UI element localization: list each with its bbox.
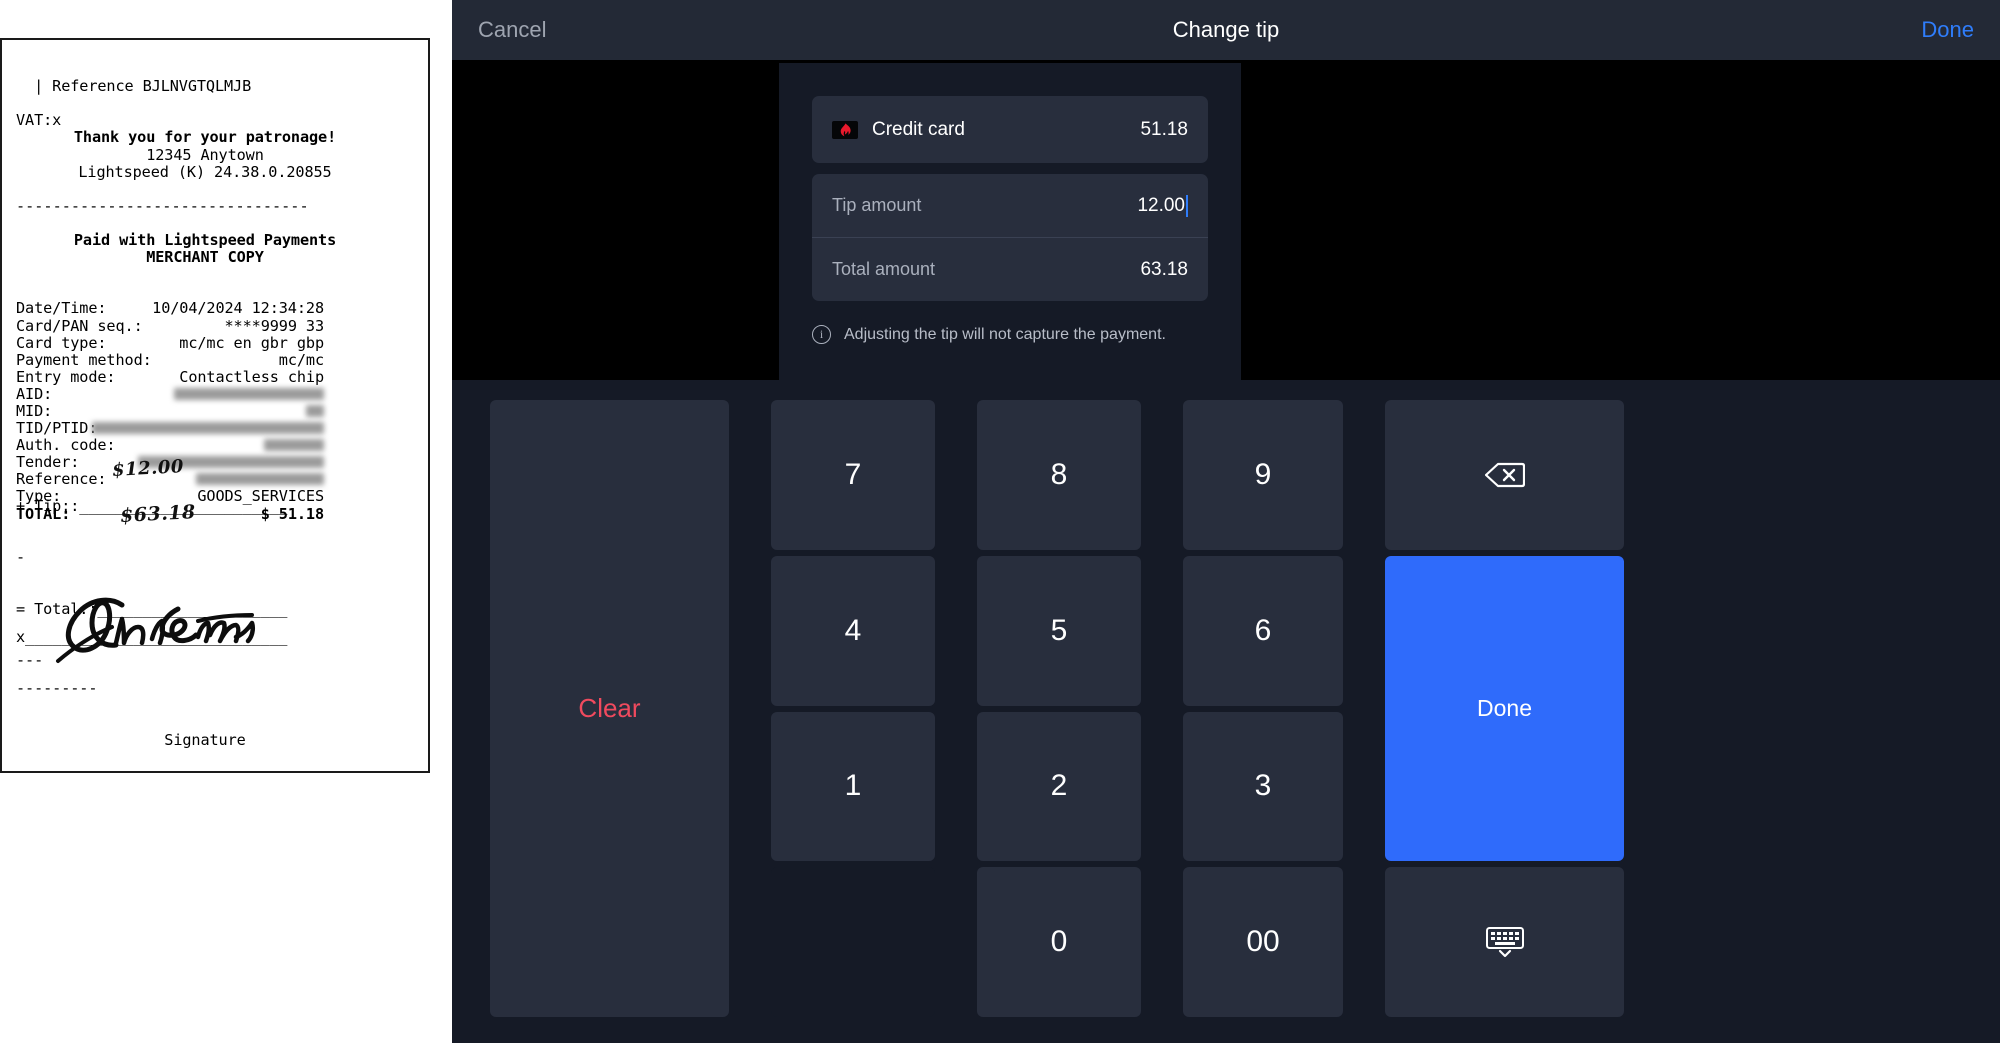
total-amount-field: Total amount 63.18: [812, 238, 1208, 301]
tip-amount-text: 12.00: [1137, 194, 1185, 216]
header-done-button[interactable]: Done: [1921, 17, 1974, 43]
cancel-button[interactable]: Cancel: [478, 17, 546, 43]
amount-fields-group: Tip amount 12.00 Total amount 63.18: [812, 174, 1208, 301]
receipt-detail-value: mc/mc: [278, 350, 324, 369]
numeric-keypad: Clear 7 8 9 4 5 6 Done 1 2 3 0 00: [452, 380, 2000, 1043]
tip-note: i Adjusting the tip will not capture the…: [812, 325, 1208, 344]
receipt-signature-underline: ---------: [16, 679, 98, 698]
total-amount-label: Total amount: [832, 259, 936, 279]
receipt-paper: | Reference BJLNVGTQLMJB VAT:x Thank you f…: [0, 38, 430, 773]
receipt-detail-row: Payment method: mc/mc: [16, 350, 324, 369]
handwritten-total-amount: $63.18: [119, 501, 197, 527]
app-screen: | Reference BJLNVGTQLMJB VAT:x Thank you f…: [0, 0, 2000, 1043]
keypad-key-2[interactable]: 2: [977, 711, 1141, 862]
keypad-key-1[interactable]: 1: [771, 711, 935, 862]
receipt-detail-label: MID:: [16, 401, 53, 420]
keyboard-dismiss-button[interactable]: [1385, 867, 1624, 1017]
receipt-line: | Reference BJLNVGTQLMJB: [16, 77, 252, 96]
tip-note-text: Adjusting the tip will not capture the p…: [844, 325, 1166, 343]
receipt-detail-row: MID:: [16, 401, 324, 420]
receipt-line: [16, 215, 416, 232]
receipt-detail-label: Card type:: [16, 333, 107, 352]
keypad-key-8[interactable]: 8: [977, 400, 1141, 550]
redacted-value: [174, 387, 324, 400]
receipt-tip-row: + Tip::_______________________: [16, 497, 288, 516]
receipt-minus-row: -: [16, 548, 26, 567]
receipt-detail-value: Contactless chip: [179, 367, 324, 386]
change-tip-modal: Cancel Change tip Done Credit card 51.18…: [452, 0, 2000, 1043]
receipt-detail-row: Card/PAN seq.: ****9999 33: [16, 316, 325, 335]
receipt-detail-label: AID:: [16, 384, 53, 403]
receipt-header-lines: | Reference BJLNVGTQLMJB VAT:x Thank you f…: [16, 78, 416, 266]
receipt-detail-row: Auth. code:: [16, 437, 324, 454]
receipt-detail-row: Entry mode: Contactless chip: [16, 367, 324, 386]
receipt-signature-caption: Signature: [164, 730, 246, 749]
payment-method-label: Credit card: [872, 118, 965, 140]
receipt-line: MERCHANT COPY: [146, 248, 264, 267]
receipt-detail-label: Date/Time:: [16, 299, 107, 318]
tip-amount-field[interactable]: Tip amount 12.00: [812, 174, 1208, 237]
receipt-detail-label: Auth. code:: [16, 436, 116, 455]
backspace-icon: [1484, 462, 1525, 487]
signature-ink: [48, 595, 278, 665]
receipt-detail-value: ****9999 33: [224, 316, 325, 335]
payment-method-left: Credit card: [832, 119, 965, 141]
receipt-detail-row: Date/Time: 10/04/2024 12:34:28: [16, 300, 324, 317]
tip-amount-value: 12.00: [1137, 194, 1188, 217]
keypad-blank-key: [771, 867, 935, 1017]
modal-body: Credit card 51.18 Tip amount 12.00 Total…: [452, 60, 2000, 380]
keypad-key-4[interactable]: 4: [771, 555, 935, 706]
receipt-line: 12345 Anytown: [146, 145, 264, 164]
receipt-detail-label: Card/PAN seq.:: [16, 316, 143, 335]
receipt-line: [16, 181, 416, 198]
redacted-value: [306, 404, 324, 417]
handwritten-tip-amount: $12.00: [111, 456, 185, 481]
receipt-detail-label: Entry mode:: [16, 367, 116, 386]
keyboard-dismiss-icon: [1485, 927, 1524, 958]
signature-path-icon: [56, 597, 256, 663]
receipt-detail-value: 10/04/2024 12:34:28: [152, 299, 324, 318]
receipt-tip-label: + Tip:: [16, 497, 71, 516]
keypad-key-7[interactable]: 7: [771, 400, 935, 550]
keypad-key-9[interactable]: 9: [1183, 400, 1343, 550]
payment-summary-inner: Credit card 51.18 Tip amount 12.00 Total…: [812, 96, 1208, 344]
receipt-detail-row: Card type: mc/mc en gbr gbp: [16, 333, 324, 352]
redacted-value: [92, 422, 324, 435]
modal-title: Change tip: [1172, 17, 1280, 42]
receipt-line: Lightspeed (K) 24.38.0.20855: [78, 162, 332, 181]
payment-method-amount: 51.18: [1140, 118, 1188, 140]
info-circle-icon: i: [812, 325, 831, 344]
text-cursor: [1186, 194, 1188, 217]
receipt-pane: | Reference BJLNVGTQLMJB VAT:x Thank you f…: [0, 0, 452, 1043]
receipt-detail-value: mc/mc en gbr gbp: [179, 333, 324, 352]
receipt-detail-label: Payment method:: [16, 350, 152, 369]
receipt-line: VAT:x: [16, 111, 62, 130]
keypad-key-00[interactable]: 00: [1183, 867, 1343, 1017]
receipt-signature-x: x: [16, 628, 26, 647]
receipt-detail-label: TID/PTID:: [16, 419, 98, 438]
keypad-clear-button[interactable]: Clear: [490, 400, 729, 1017]
keypad-done-button[interactable]: Done: [1385, 555, 1624, 862]
keypad-key-3[interactable]: 3: [1183, 711, 1343, 862]
receipt-detail-row: TID/PTID:: [16, 420, 324, 437]
payment-summary-card: Credit card 51.18 Tip amount 12.00 Total…: [779, 63, 1241, 380]
receipt-line: --------------------------------: [16, 196, 309, 215]
receipt-line: Thank you for your patronage!: [73, 128, 337, 147]
keypad-key-6[interactable]: 6: [1183, 555, 1343, 706]
modal-header: Cancel Change tip Done: [452, 0, 2000, 60]
redacted-value: [264, 439, 324, 452]
total-amount-value: 63.18: [1140, 258, 1188, 280]
receipt-detail-row: AID:: [16, 384, 324, 403]
receipt-line: Paid with Lightspeed Payments: [73, 231, 337, 250]
keypad-key-0[interactable]: 0: [977, 867, 1141, 1017]
tip-amount-label: Tip amount: [832, 195, 922, 215]
payment-method-row[interactable]: Credit card 51.18: [812, 96, 1208, 163]
keypad-backspace-button[interactable]: [1385, 400, 1624, 550]
lightspeed-flame-icon: [832, 120, 858, 139]
keypad-key-5[interactable]: 5: [977, 555, 1141, 706]
receipt-line: [16, 95, 416, 112]
